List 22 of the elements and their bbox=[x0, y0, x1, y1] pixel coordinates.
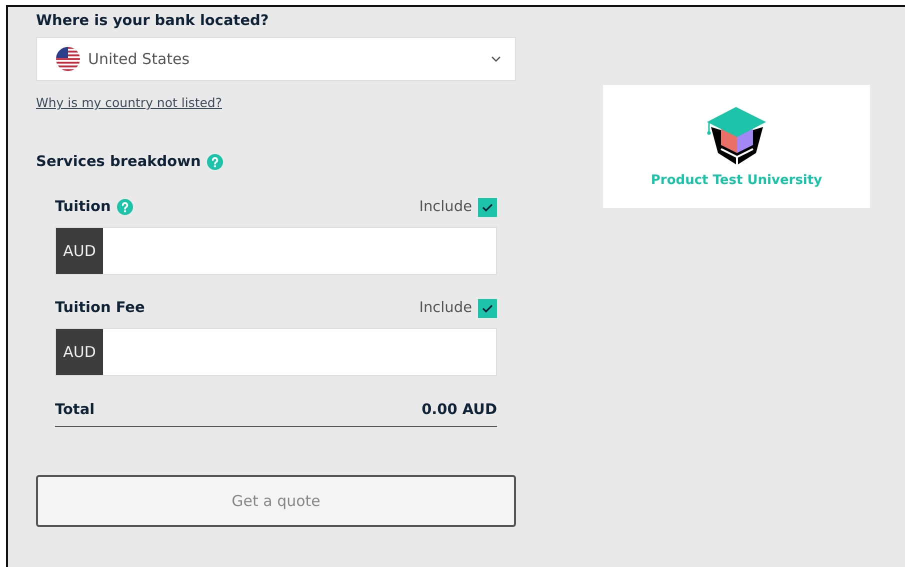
service-label: Tuition Fee bbox=[55, 300, 145, 316]
university-name: Product Test University bbox=[650, 173, 822, 188]
help-link[interactable]: Why is my country not listed? bbox=[36, 95, 222, 110]
chevron-down-icon bbox=[491, 56, 501, 62]
country-dropdown[interactable]: United States bbox=[36, 37, 516, 81]
flag-icon bbox=[56, 47, 80, 71]
question-label: Where is your bank located? bbox=[36, 13, 270, 29]
total-value: 0.00 AUD bbox=[422, 402, 497, 418]
checkmark-icon bbox=[482, 304, 493, 312]
currency-label: AUD bbox=[56, 228, 103, 274]
include-label: Include bbox=[419, 199, 472, 215]
include-checkbox[interactable] bbox=[478, 198, 497, 216]
include-checkbox[interactable] bbox=[478, 298, 497, 318]
include-label: Include bbox=[419, 300, 472, 316]
service-label: Tuition bbox=[55, 199, 111, 215]
section-title: Services breakdown bbox=[36, 154, 201, 170]
amount-field[interactable]: AUD bbox=[55, 227, 497, 275]
amount-field[interactable]: AUD bbox=[55, 328, 497, 376]
mortarboard-cube-logo bbox=[706, 105, 768, 167]
total-label: Total bbox=[55, 402, 95, 418]
currency-label: AUD bbox=[56, 329, 103, 375]
checkmark-icon bbox=[482, 202, 493, 212]
